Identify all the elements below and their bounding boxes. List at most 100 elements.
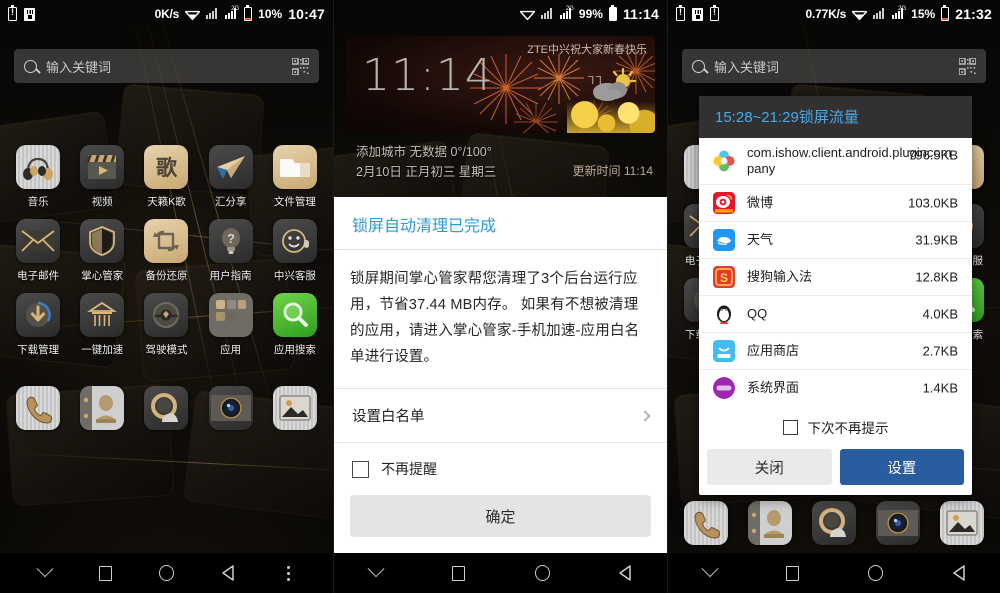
dont-remind-checkbox[interactable] [352,460,369,478]
dock [668,501,1000,545]
music-icon[interactable] [16,145,61,189]
app-cell-boost[interactable]: 一键加速 [73,293,131,357]
whitelist-row[interactable]: 设置白名单 [334,388,667,442]
dont-remind-row[interactable]: 不再提醒 [334,442,667,485]
search-bar[interactable]: 输入关键词 [14,49,319,83]
list-item[interactable]: 微博 103.0KB [699,185,972,222]
list-item[interactable]: S 搜狗输入法 12.8KB [699,259,972,296]
camera-icon[interactable] [876,501,920,545]
recents-icon[interactable] [778,558,808,588]
dont-remind-row[interactable]: 下次不再提示 [699,406,972,449]
app-label: 文件管理 [273,196,316,208]
search-bar[interactable]: 输入关键词 [682,49,986,83]
confirm-button[interactable]: 确定 [350,495,651,537]
overflow-menu-icon[interactable] [274,558,304,588]
app-cell-driving[interactable]: 驾驶模式 [137,293,195,357]
app-cell-download[interactable]: 下载管理 [9,293,67,357]
back-icon[interactable] [610,558,640,588]
app-cell-email[interactable]: 电子邮件 [9,219,67,283]
app-grid: 音乐 视频 歌 天籁K歌 汇分享 文件管理 电子邮件 掌心管家 备份还原 ? 用… [0,145,333,357]
one-tap-boost-icon[interactable] [80,293,125,337]
home-icon[interactable] [861,558,891,588]
download-manager-icon[interactable] [16,293,61,337]
close-button[interactable]: 关闭 [707,449,832,485]
file-manager-icon[interactable] [272,145,317,189]
video-icon[interactable] [80,145,125,189]
battery-icon [941,4,950,21]
list-item[interactable]: QQ 4.0KB [699,296,972,333]
chevron-down-icon[interactable] [30,558,60,588]
messages-icon[interactable] [812,501,856,545]
user-guide-icon[interactable]: ? [208,219,253,263]
gallery-icon[interactable] [272,386,317,430]
list-item[interactable]: com.ishow.client.android.plugincompany 7… [699,138,972,185]
app-cell-share[interactable]: 汇分享 [202,145,260,209]
camera-icon[interactable] [208,386,253,430]
dock [0,386,333,430]
app-label: 天籁K歌 [147,196,186,208]
data-size: 31.9KB [915,232,958,248]
app-cell-backup[interactable]: 备份还原 [137,219,195,283]
app-cell-app-folder[interactable]: 应用 [202,293,260,357]
home-icon[interactable] [527,558,557,588]
email-icon[interactable] [16,219,61,263]
search-input[interactable]: 输入关键词 [46,57,283,76]
app-folder-icon[interactable] [208,293,253,337]
battery-alert-icon-2 [710,4,719,21]
search-input[interactable]: 输入关键词 [714,57,950,76]
home-icon[interactable] [152,558,182,588]
driving-mode-icon[interactable] [144,293,189,337]
list-item[interactable]: 应用商店 2.7KB [699,333,972,370]
qr-scan-icon[interactable] [958,56,977,76]
sdcard-icon [24,7,35,21]
app-label: 应用搜索 [273,344,316,356]
app-row: 音乐 视频 歌 天籁K歌 汇分享 文件管理 [0,145,333,209]
dont-remind-checkbox[interactable] [782,419,798,435]
share-icon[interactable] [208,145,253,189]
app-search-icon[interactable] [272,293,317,337]
recents-icon[interactable] [444,558,474,588]
navigation-bar [334,553,667,593]
app-cell-manager[interactable]: 掌心管家 [73,219,131,283]
back-icon[interactable] [213,558,243,588]
app-cell-video[interactable]: 视频 [73,145,131,209]
signal-2g-icon: 2G [892,6,906,20]
panel-lockscreen-traffic: 0.77K/s 2G 15% 21:32 输入关键词 [667,0,1000,593]
chevron-down-icon[interactable] [361,558,391,588]
app-cell-support[interactable]: 中兴客服 [266,219,324,283]
gold-coins-graphic [567,101,655,133]
app-row: 电子邮件 掌心管家 备份还原 ? 用户指南 中兴客服 [0,219,333,283]
app-cell-user-guide[interactable]: ? 用户指南 [202,219,260,283]
backup-restore-icon[interactable] [144,219,189,263]
list-item[interactable]: 系统界面 1.4KB [699,370,972,406]
app-row: 下载管理 一键加速 驾驶模式 应用 应用搜索 [0,293,333,357]
traffic-list: com.ishow.client.android.plugincompany 7… [699,138,972,406]
recents-icon[interactable] [91,558,121,588]
messages-icon[interactable] [144,386,189,430]
app-cell-app-search[interactable]: 应用搜索 [266,293,324,357]
app-cell-karaoke[interactable]: 歌 天籁K歌 [137,145,195,209]
settings-button[interactable]: 设置 [839,449,964,485]
wifi-icon [185,9,201,20]
customer-service-icon[interactable] [272,219,317,263]
phone-icon[interactable] [684,501,728,545]
chevron-down-icon[interactable] [695,558,725,588]
back-icon[interactable] [944,558,974,588]
qr-scan-icon[interactable] [291,56,310,76]
phone-icon[interactable] [16,386,61,430]
list-item[interactable]: 天气 31.9KB [699,222,972,259]
system-ui-icon [713,377,735,399]
weather-updated-time: 更新时间 11:14 [572,164,653,178]
karaoke-icon[interactable]: 歌 [144,145,189,189]
shield-icon[interactable] [80,219,125,263]
signal-icon [206,8,219,20]
contacts-icon[interactable] [748,501,792,545]
contacts-icon[interactable] [80,386,125,430]
network-speed: 0K/s [154,7,180,21]
lockscreen-clock-widget[interactable]: 11:14 ZTE中兴祝大家新春快乐 ᒣᒣ [346,36,655,133]
app-cell-file-manager[interactable]: 文件管理 [266,145,324,209]
wifi-icon [852,9,868,20]
whitelist-label: 设置白名单 [352,409,425,425]
gallery-icon[interactable] [940,501,984,545]
app-cell-music[interactable]: 音乐 [9,145,67,209]
